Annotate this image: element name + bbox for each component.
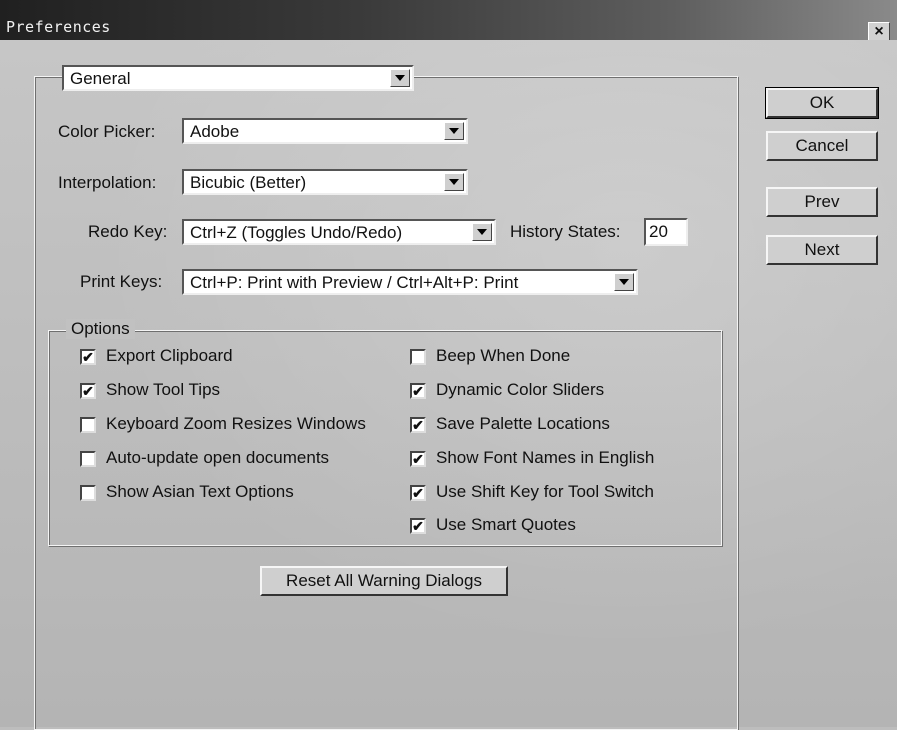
option-label-right-5[interactable]: Use Smart Quotes: [436, 515, 576, 535]
title-bar: Preferences ×: [0, 0, 897, 42]
checkbox-right-5[interactable]: ✔: [410, 518, 426, 534]
checkbox-right-2[interactable]: ✔: [410, 417, 426, 433]
dialog-body: General Color Picker: Adobe Interpolatio…: [0, 40, 897, 730]
checkbox-left-4[interactable]: [80, 485, 96, 501]
options-legend: Options: [66, 319, 135, 339]
chevron-down-icon[interactable]: [390, 69, 410, 87]
interpolation-dropdown[interactable]: Bicubic (Better): [182, 169, 468, 195]
section-dropdown[interactable]: General: [62, 65, 414, 91]
checkbox-left-3[interactable]: [80, 451, 96, 467]
checkbox-left-2[interactable]: [80, 417, 96, 433]
chevron-down-icon[interactable]: [444, 122, 464, 140]
checkbox-right-0[interactable]: [410, 349, 426, 365]
option-label-right-3[interactable]: Show Font Names in English: [436, 448, 654, 468]
window-title: Preferences: [6, 18, 111, 36]
checkmark-icon: ✔: [412, 451, 424, 467]
redo-key-value: Ctrl+Z (Toggles Undo/Redo): [190, 223, 403, 242]
option-label-right-1[interactable]: Dynamic Color Sliders: [436, 380, 604, 400]
color-picker-dropdown[interactable]: Adobe: [182, 118, 468, 144]
close-button[interactable]: ×: [868, 22, 890, 42]
option-label-left-2[interactable]: Keyboard Zoom Resizes Windows: [106, 414, 366, 434]
option-label-right-4[interactable]: Use Shift Key for Tool Switch: [436, 482, 654, 502]
print-keys-dropdown[interactable]: Ctrl+P: Print with Preview / Ctrl+Alt+P:…: [182, 269, 638, 295]
chevron-down-icon[interactable]: [472, 223, 492, 241]
option-label-left-3[interactable]: Auto-update open documents: [106, 448, 329, 468]
checkmark-icon: ✔: [412, 518, 424, 534]
checkmark-icon: ✔: [82, 349, 94, 365]
print-keys-value: Ctrl+P: Print with Preview / Ctrl+Alt+P:…: [190, 273, 519, 292]
checkbox-left-1[interactable]: ✔: [80, 383, 96, 399]
color-picker-label: Color Picker:: [58, 122, 156, 141]
option-label-left-0[interactable]: Export Clipboard: [106, 346, 233, 366]
option-label-right-2[interactable]: Save Palette Locations: [436, 414, 610, 434]
close-icon: ×: [874, 23, 884, 40]
checkbox-right-4[interactable]: ✔: [410, 485, 426, 501]
option-label-right-0[interactable]: Beep When Done: [436, 346, 570, 366]
color-picker-value: Adobe: [190, 122, 240, 141]
interpolation-value: Bicubic (Better): [190, 173, 307, 192]
chevron-down-icon[interactable]: [614, 273, 634, 291]
checkbox-right-3[interactable]: ✔: [410, 451, 426, 467]
next-button[interactable]: Next: [766, 235, 878, 265]
option-label-left-4[interactable]: Show Asian Text Options: [106, 482, 294, 502]
prev-button[interactable]: Prev: [766, 187, 878, 217]
checkmark-icon: ✔: [412, 485, 424, 501]
checkmark-icon: ✔: [82, 383, 94, 399]
reset-warning-dialogs-button[interactable]: Reset All Warning Dialogs: [260, 566, 508, 596]
option-label-left-1[interactable]: Show Tool Tips: [106, 380, 220, 400]
redo-key-label: Redo Key:: [88, 222, 168, 241]
print-keys-label: Print Keys:: [80, 272, 163, 291]
chevron-down-icon[interactable]: [444, 173, 464, 191]
checkbox-left-0[interactable]: ✔: [80, 349, 96, 365]
history-states-input[interactable]: 20: [644, 218, 688, 246]
cancel-button[interactable]: Cancel: [766, 131, 878, 161]
section-dropdown-value: General: [70, 69, 131, 88]
checkmark-icon: ✔: [412, 417, 424, 433]
ok-button[interactable]: OK: [765, 87, 879, 119]
checkbox-right-1[interactable]: ✔: [410, 383, 426, 399]
interpolation-label: Interpolation:: [58, 173, 157, 192]
history-states-label: History States:: [510, 222, 621, 241]
redo-key-dropdown[interactable]: Ctrl+Z (Toggles Undo/Redo): [182, 219, 496, 245]
checkmark-icon: ✔: [412, 383, 424, 399]
